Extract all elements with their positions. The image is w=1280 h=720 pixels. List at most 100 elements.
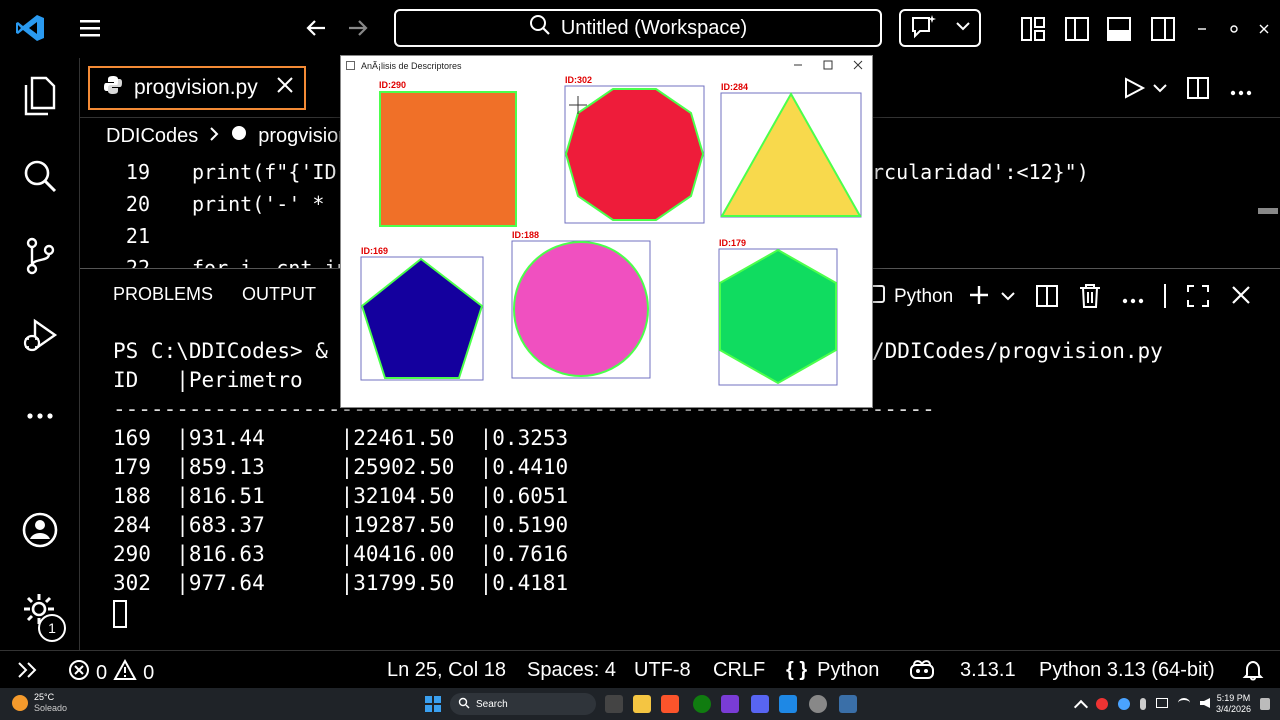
minimap-slider[interactable] bbox=[1258, 208, 1278, 214]
notification-center-icon[interactable] bbox=[1260, 698, 1270, 710]
explorer-icon[interactable] bbox=[18, 74, 62, 118]
windows-start-icon[interactable] bbox=[425, 696, 441, 712]
weather-widget[interactable]: 25°C Soleado bbox=[12, 692, 67, 714]
cv-close-icon[interactable] bbox=[853, 60, 863, 72]
python-interpreter[interactable]: Python 3.13 (64-bit) bbox=[1039, 659, 1215, 682]
run-python-icon[interactable] bbox=[1122, 76, 1146, 100]
python-file-icon bbox=[230, 124, 248, 148]
tray-app-icon bbox=[1096, 698, 1108, 710]
close-tab-icon[interactable] bbox=[276, 76, 294, 100]
maximize-panel-icon[interactable] bbox=[1186, 284, 1210, 308]
end-of-line[interactable]: CRLF bbox=[713, 659, 765, 682]
remote-icon bbox=[16, 659, 38, 687]
tray-chevron-icon bbox=[1073, 699, 1089, 715]
tab-problems[interactable]: PROBLEMS bbox=[113, 284, 213, 305]
new-terminal-icon[interactable] bbox=[968, 284, 990, 306]
cursor-position[interactable]: Ln 25, Col 18 bbox=[387, 659, 506, 682]
system-tray[interactable] bbox=[1073, 698, 1210, 715]
warning-count: 0 bbox=[143, 661, 155, 684]
copilot-status-icon[interactable] bbox=[908, 659, 936, 681]
shape-label-red: ID:302 bbox=[565, 75, 593, 85]
language-label: Python bbox=[817, 659, 880, 681]
encoding[interactable]: UTF-8 bbox=[634, 659, 691, 682]
customize-layout-icon[interactable] bbox=[1020, 16, 1046, 42]
cv-maximize-icon[interactable] bbox=[823, 60, 833, 72]
breadcrumb-folder[interactable]: DDICodes bbox=[106, 125, 198, 148]
toggle-panel-icon[interactable] bbox=[1106, 16, 1132, 42]
green-hexagon-shape bbox=[719, 248, 837, 385]
python-file-icon bbox=[102, 74, 124, 102]
source-control-icon[interactable] bbox=[18, 234, 62, 278]
breadcrumb: DDICodes progvision.py bbox=[106, 122, 376, 150]
toggle-secondary-sidebar-icon[interactable] bbox=[1150, 16, 1176, 42]
app-icon-purple[interactable] bbox=[721, 695, 739, 713]
code-text: for i, cnt in bbox=[192, 256, 349, 268]
close-window-icon[interactable] bbox=[1258, 22, 1270, 34]
microphone-icon bbox=[1140, 698, 1146, 710]
copilot-chat-icon bbox=[910, 13, 938, 44]
tab-progvision[interactable]: progvision.py bbox=[88, 66, 306, 110]
accounts-icon[interactable] bbox=[18, 508, 62, 552]
opencv-window-titlebar[interactable]: AnÃ¡lisis de Descriptores bbox=[341, 56, 872, 76]
python-taskbar-icon[interactable] bbox=[839, 695, 857, 713]
search-icon[interactable] bbox=[18, 154, 62, 198]
table-row: 179 |859.13 |25902.50 |0.4410 bbox=[113, 455, 569, 479]
tab-output[interactable]: OUTPUT bbox=[242, 284, 316, 305]
forward-arrow-icon[interactable] bbox=[346, 16, 370, 40]
back-arrow-icon[interactable] bbox=[304, 16, 328, 40]
vscode-taskbar-icon[interactable] bbox=[779, 695, 797, 713]
split-editor-icon[interactable] bbox=[1186, 76, 1210, 100]
indentation[interactable]: Spaces: 4 bbox=[527, 659, 616, 682]
discord-icon[interactable] bbox=[751, 695, 769, 713]
command-center-search[interactable]: Untitled (Workspace) bbox=[394, 9, 882, 47]
terminal-label: Python bbox=[894, 286, 954, 307]
title-bar: Untitled (Workspace) bbox=[0, 0, 1280, 58]
blue-pentagon-shape bbox=[360, 257, 484, 379]
shape-label-green: ID:179 bbox=[719, 238, 747, 248]
close-panel-icon[interactable] bbox=[1230, 284, 1252, 306]
clock-time: 5:19 PM bbox=[1216, 693, 1251, 703]
xbox-icon[interactable] bbox=[693, 695, 711, 713]
split-terminal-icon[interactable] bbox=[1035, 284, 1059, 308]
notifications-bell-icon[interactable] bbox=[1242, 659, 1264, 681]
run-chevron-down-icon[interactable] bbox=[1152, 80, 1168, 96]
file-explorer-icon[interactable] bbox=[633, 695, 651, 713]
shape-label-orange: ID:290 bbox=[379, 80, 407, 90]
run-debug-icon[interactable] bbox=[18, 314, 62, 358]
minimize-window-icon[interactable] bbox=[1196, 22, 1208, 34]
copilot-button[interactable] bbox=[899, 9, 981, 47]
cv-minimize-icon[interactable] bbox=[793, 60, 803, 72]
toggle-sidebar-icon[interactable] bbox=[1064, 16, 1090, 42]
language-mode[interactable]: { } Python bbox=[786, 659, 879, 682]
braces-icon: { } bbox=[786, 659, 808, 681]
clock[interactable]: 5:19 PM 3/4/2026 bbox=[1216, 693, 1251, 715]
orange-square-shape bbox=[379, 91, 517, 227]
activity-bar: 1 bbox=[0, 58, 80, 650]
terminal-selector[interactable]: Python bbox=[866, 284, 953, 310]
taskbar-search-box[interactable]: Search bbox=[450, 693, 596, 715]
table-row: 302 |977.64 |31799.50 |0.4181 bbox=[113, 571, 569, 595]
remote-indicator[interactable] bbox=[16, 659, 38, 687]
editor-more-actions-icon[interactable] bbox=[1230, 84, 1252, 96]
onedrive-icon bbox=[1118, 698, 1130, 710]
restore-window-icon[interactable] bbox=[1228, 22, 1240, 34]
chevron-right-icon bbox=[208, 125, 220, 148]
brave-browser-icon[interactable] bbox=[661, 695, 679, 713]
line-number: 21 bbox=[125, 224, 150, 248]
code-text: print('-' * bbox=[192, 192, 325, 216]
weather-temp: 25°C bbox=[34, 692, 55, 702]
menu-icon[interactable] bbox=[78, 16, 102, 40]
more-views-icon[interactable] bbox=[18, 394, 62, 438]
problems-indicator[interactable]: 0 0 bbox=[68, 658, 155, 687]
trash-icon[interactable] bbox=[1078, 283, 1102, 309]
task-view-icon[interactable] bbox=[605, 695, 623, 713]
python-version[interactable]: 3.13.1 bbox=[960, 659, 1016, 682]
app-icon-gray[interactable] bbox=[809, 695, 827, 713]
vscode-logo-icon bbox=[14, 12, 46, 44]
panel-more-actions-icon[interactable] bbox=[1122, 292, 1144, 304]
wifi-icon bbox=[1178, 698, 1190, 708]
chevron-down-icon bbox=[955, 18, 971, 39]
opencv-window[interactable]: AnÃ¡lisis de Descriptores ID:290 ID:302 … bbox=[340, 55, 873, 408]
code-text-tail: rcularidad':<12}") bbox=[872, 160, 1089, 184]
terminal-chevron-down-icon[interactable] bbox=[1000, 288, 1016, 304]
